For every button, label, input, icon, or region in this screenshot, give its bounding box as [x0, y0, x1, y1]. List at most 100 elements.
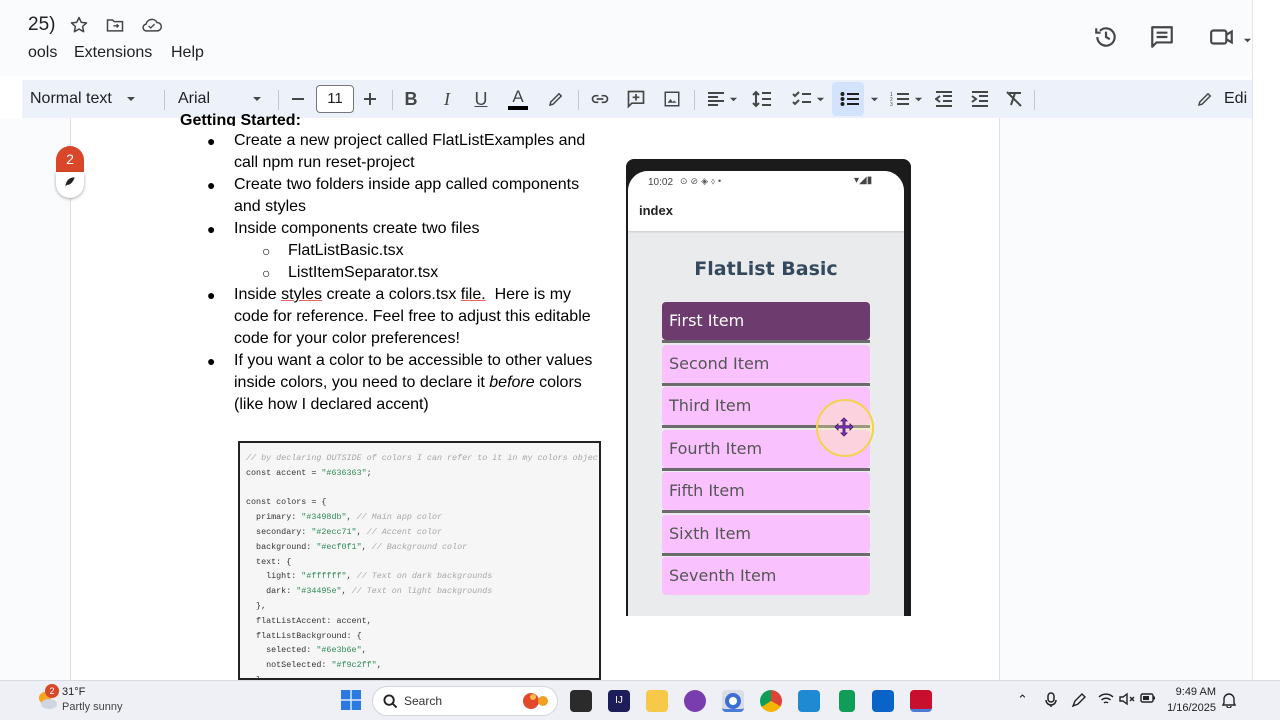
clock-time[interactable]: 9:49 AM — [1168, 686, 1216, 698]
acrobat-icon[interactable] — [910, 690, 932, 712]
microphone-icon[interactable] — [1045, 692, 1057, 711]
doc-title[interactable]: 25) — [28, 14, 55, 36]
list-item-separator — [662, 382, 870, 386]
decrease-indent-icon[interactable] — [932, 80, 956, 118]
chrome-icon[interactable] — [760, 690, 782, 712]
editing-mode-button[interactable]: Edi — [1196, 80, 1252, 118]
bullet-marker: ● — [207, 353, 216, 369]
weather-desc[interactable]: Partly sunny — [62, 701, 123, 713]
spellcheck-word[interactable]: styles — [281, 286, 322, 303]
pen-icon[interactable] — [1071, 692, 1087, 711]
battery-icon[interactable] — [1140, 692, 1156, 707]
bulleted-list-icon[interactable] — [834, 80, 884, 118]
file-explorer-icon[interactable] — [646, 690, 668, 712]
code-line: // by declaring OUTSIDE of colors I can … — [246, 451, 601, 466]
underline-icon[interactable]: U — [470, 80, 492, 118]
meet-dropdown-icon[interactable] — [1243, 32, 1252, 43]
paragraph-style-select[interactable]: Normal text — [30, 80, 150, 118]
checklist-icon[interactable] — [786, 80, 830, 118]
clear-formatting-icon[interactable] — [1002, 80, 1026, 118]
font-size-input[interactable]: 11 — [316, 85, 354, 113]
code-line: dark: "#34495e", // Text on light backgr… — [246, 584, 599, 599]
code-text: const accent = — [246, 467, 322, 478]
menu-tools[interactable]: ools — [28, 44, 57, 62]
wifi-icon[interactable] — [1098, 692, 1114, 709]
phone-time: 10:02 — [648, 177, 674, 188]
code-text: notSelected: — [246, 660, 332, 671]
bold-icon[interactable]: B — [400, 80, 422, 118]
italic-icon[interactable]: I — [436, 80, 458, 118]
bullet-3-line-1: Inside components create two files — [234, 220, 480, 237]
taskbar-search[interactable]: Search — [372, 686, 558, 716]
code-string: "#6e3b6e" — [316, 645, 362, 656]
code-line: }, — [246, 599, 599, 614]
code-text: text: { — [246, 556, 292, 567]
highlight-color-icon[interactable] — [544, 80, 568, 118]
bullet-4-line-2: code for reference. Feel free to adjust … — [234, 308, 591, 325]
add-comment-icon[interactable] — [624, 80, 648, 118]
bullet-marker: ● — [207, 221, 216, 237]
windows-start-icon[interactable] — [341, 690, 361, 710]
list-item-separator — [662, 340, 870, 343]
line-spacing-icon[interactable] — [750, 80, 774, 118]
intellij-icon[interactable]: IJ — [608, 690, 630, 712]
notification-bell-icon[interactable] — [1221, 692, 1237, 711]
menu-help[interactable]: Help — [171, 44, 204, 62]
sub-bullet-2: ListItemSeparator.tsx — [288, 264, 439, 281]
flatlist-item[interactable]: Second Item — [662, 344, 870, 383]
bullet-marker: ● — [207, 287, 216, 303]
show-hidden-icons-icon[interactable]: ⌃ — [1017, 692, 1028, 708]
flatlist-title: FlatList Basic — [694, 258, 838, 280]
outlook-icon[interactable] — [872, 690, 894, 712]
meet-icon[interactable] — [1209, 24, 1235, 50]
bullet-5-line-2: inside colors, you need to declare it be… — [234, 372, 582, 394]
bullet-marker: ● — [207, 177, 216, 193]
code-comment: // by declaring OUTSIDE of colors I can … — [246, 453, 601, 463]
menu-extensions[interactable]: Extensions — [74, 44, 152, 62]
code-line: const colors = { — [246, 495, 599, 510]
align-left-icon[interactable] — [702, 80, 742, 118]
insert-link-icon[interactable] — [588, 80, 612, 118]
numbered-list-icon[interactable]: 123 — [886, 80, 926, 118]
weather-badge: 2 — [45, 684, 59, 698]
spellcheck-word[interactable]: file. — [461, 286, 486, 303]
insert-image-icon[interactable] — [660, 80, 684, 118]
phone-app-bar: index — [628, 197, 904, 231]
vscode-icon[interactable] — [798, 690, 820, 712]
app-icon[interactable] — [839, 690, 855, 712]
move-to-folder-icon[interactable] — [104, 15, 126, 37]
star-icon[interactable] — [68, 15, 90, 37]
weather-temp[interactable]: 31°F — [62, 686, 85, 698]
status-icons: ⊙⊘◈⬨• — [680, 176, 725, 186]
cloud-saved-icon[interactable] — [141, 15, 163, 37]
font-family-label: Arial — [178, 90, 211, 107]
increase-font-size-button[interactable] — [360, 80, 380, 118]
code-line: light: "#ffffff", // Text on dark backgr… — [246, 569, 599, 584]
bullet-2-line-2: and styles — [234, 198, 307, 215]
text-color-icon[interactable]: A — [506, 80, 530, 118]
paragraph-style-label: Normal text — [30, 90, 112, 107]
flatlist-item[interactable]: First Item — [662, 302, 870, 340]
clock-date[interactable]: 1/16/2025 — [1160, 702, 1216, 714]
github-desktop-icon[interactable] — [684, 690, 706, 712]
code-text: flatListBackground: { — [246, 630, 362, 641]
code-text: , — [341, 586, 352, 597]
version-history-icon[interactable] — [1093, 24, 1119, 50]
code-string: "#2ecc71" — [311, 526, 357, 537]
increase-indent-icon[interactable] — [968, 80, 992, 118]
task-view-icon[interactable] — [570, 690, 592, 712]
screen-recorder-icon[interactable] — [722, 690, 744, 712]
comments-icon[interactable] — [1149, 24, 1175, 50]
phone-screenshot-image[interactable]: 10:02 ⊙⊘◈⬨• ▾◢▮ index FlatList Basic Fir… — [626, 159, 911, 616]
code-screenshot-image[interactable]: // by declaring OUTSIDE of colors I can … — [238, 441, 601, 680]
emphasis-text: before — [489, 374, 535, 391]
flatlist-item[interactable]: Fifth Item — [662, 472, 870, 510]
comment-count-badge[interactable]: 2 — [56, 146, 84, 172]
code-text: background: — [246, 541, 317, 552]
code-text: ; — [366, 467, 372, 478]
volume-muted-icon[interactable] — [1119, 692, 1135, 709]
flatlist-item[interactable]: Sixth Item — [662, 514, 870, 553]
flatlist-item[interactable]: Seventh Item — [662, 557, 870, 595]
list-item-separator — [662, 552, 870, 556]
code-comment: // Text on light backgrounds — [351, 586, 493, 597]
